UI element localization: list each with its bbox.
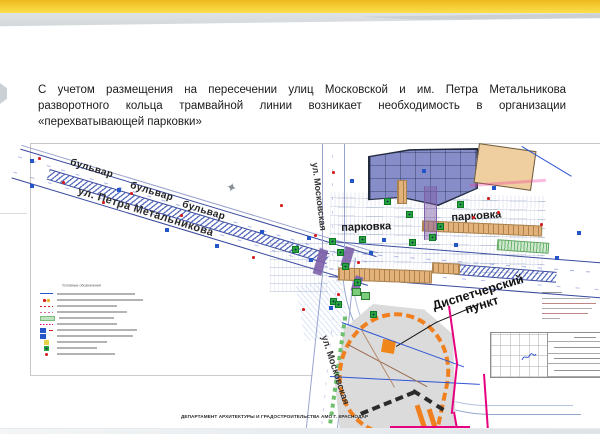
intro-line-3: «перехватывающей парковки» <box>38 114 566 130</box>
blue-marker <box>492 186 496 190</box>
green-marker <box>437 223 444 230</box>
blue-marker <box>117 188 121 192</box>
green-marker <box>409 239 416 246</box>
red-marker <box>38 157 41 160</box>
blue-marker <box>555 256 559 260</box>
blue-marker <box>260 230 264 234</box>
red-marker <box>497 211 500 214</box>
blue-marker <box>329 306 333 310</box>
red-marker <box>302 308 305 311</box>
green-marker <box>457 201 464 208</box>
red-marker <box>357 261 360 264</box>
green-marker <box>384 198 391 205</box>
intro-line-2: разворотного кольца трамвайной линии воз… <box>38 98 566 114</box>
intro-line-1: С учетом размещения на пересечении улиц … <box>38 82 566 98</box>
blue-marker <box>30 159 34 163</box>
red-marker <box>487 197 490 200</box>
blue-marker <box>30 184 34 188</box>
green-marker <box>329 238 336 245</box>
green-marker <box>337 249 344 256</box>
green-marker <box>354 279 361 286</box>
blue-marker <box>307 236 311 240</box>
footer-text: ДЕПАРТАМЕНТ АРХИТЕКТУРЫ И ГРАДОСТРОИТЕЛЬ… <box>181 415 368 420</box>
top-accent-bar <box>0 0 600 13</box>
green-marker <box>335 301 342 308</box>
site-plan-map: бульвар бульвар бульвар ул. Петра Металь… <box>30 143 600 434</box>
red-marker <box>472 216 475 219</box>
left-divider-line <box>0 213 27 214</box>
red-marker <box>252 256 255 259</box>
blue-marker <box>454 243 458 247</box>
red-marker <box>62 181 65 184</box>
red-marker <box>280 204 283 207</box>
blue-marker <box>422 169 426 173</box>
blue-marker <box>165 228 169 232</box>
green-marker <box>370 311 377 318</box>
header-gray-band <box>0 13 600 30</box>
blue-marker <box>215 244 219 248</box>
green-marker <box>292 246 299 253</box>
red-marker <box>332 171 335 174</box>
red-marker <box>337 293 340 296</box>
blue-marker <box>350 179 354 183</box>
green-marker <box>342 263 349 270</box>
red-marker <box>540 223 543 226</box>
red-marker <box>130 192 133 195</box>
blue-marker <box>309 258 313 262</box>
red-marker <box>180 214 183 217</box>
blue-marker <box>382 238 386 242</box>
presentation-slide: С учетом размещения на пересечении улиц … <box>0 0 600 434</box>
bottom-strip <box>0 428 600 434</box>
green-marker <box>359 236 366 243</box>
left-edge-wedge <box>0 83 7 104</box>
red-marker <box>314 234 317 237</box>
intro-paragraph: С учетом размещения на пересечении улиц … <box>38 82 566 130</box>
green-marker <box>406 211 413 218</box>
map-markers-layer <box>30 144 600 434</box>
blue-marker <box>369 251 373 255</box>
red-marker <box>102 201 105 204</box>
blue-marker <box>577 231 581 235</box>
green-marker <box>429 234 436 241</box>
